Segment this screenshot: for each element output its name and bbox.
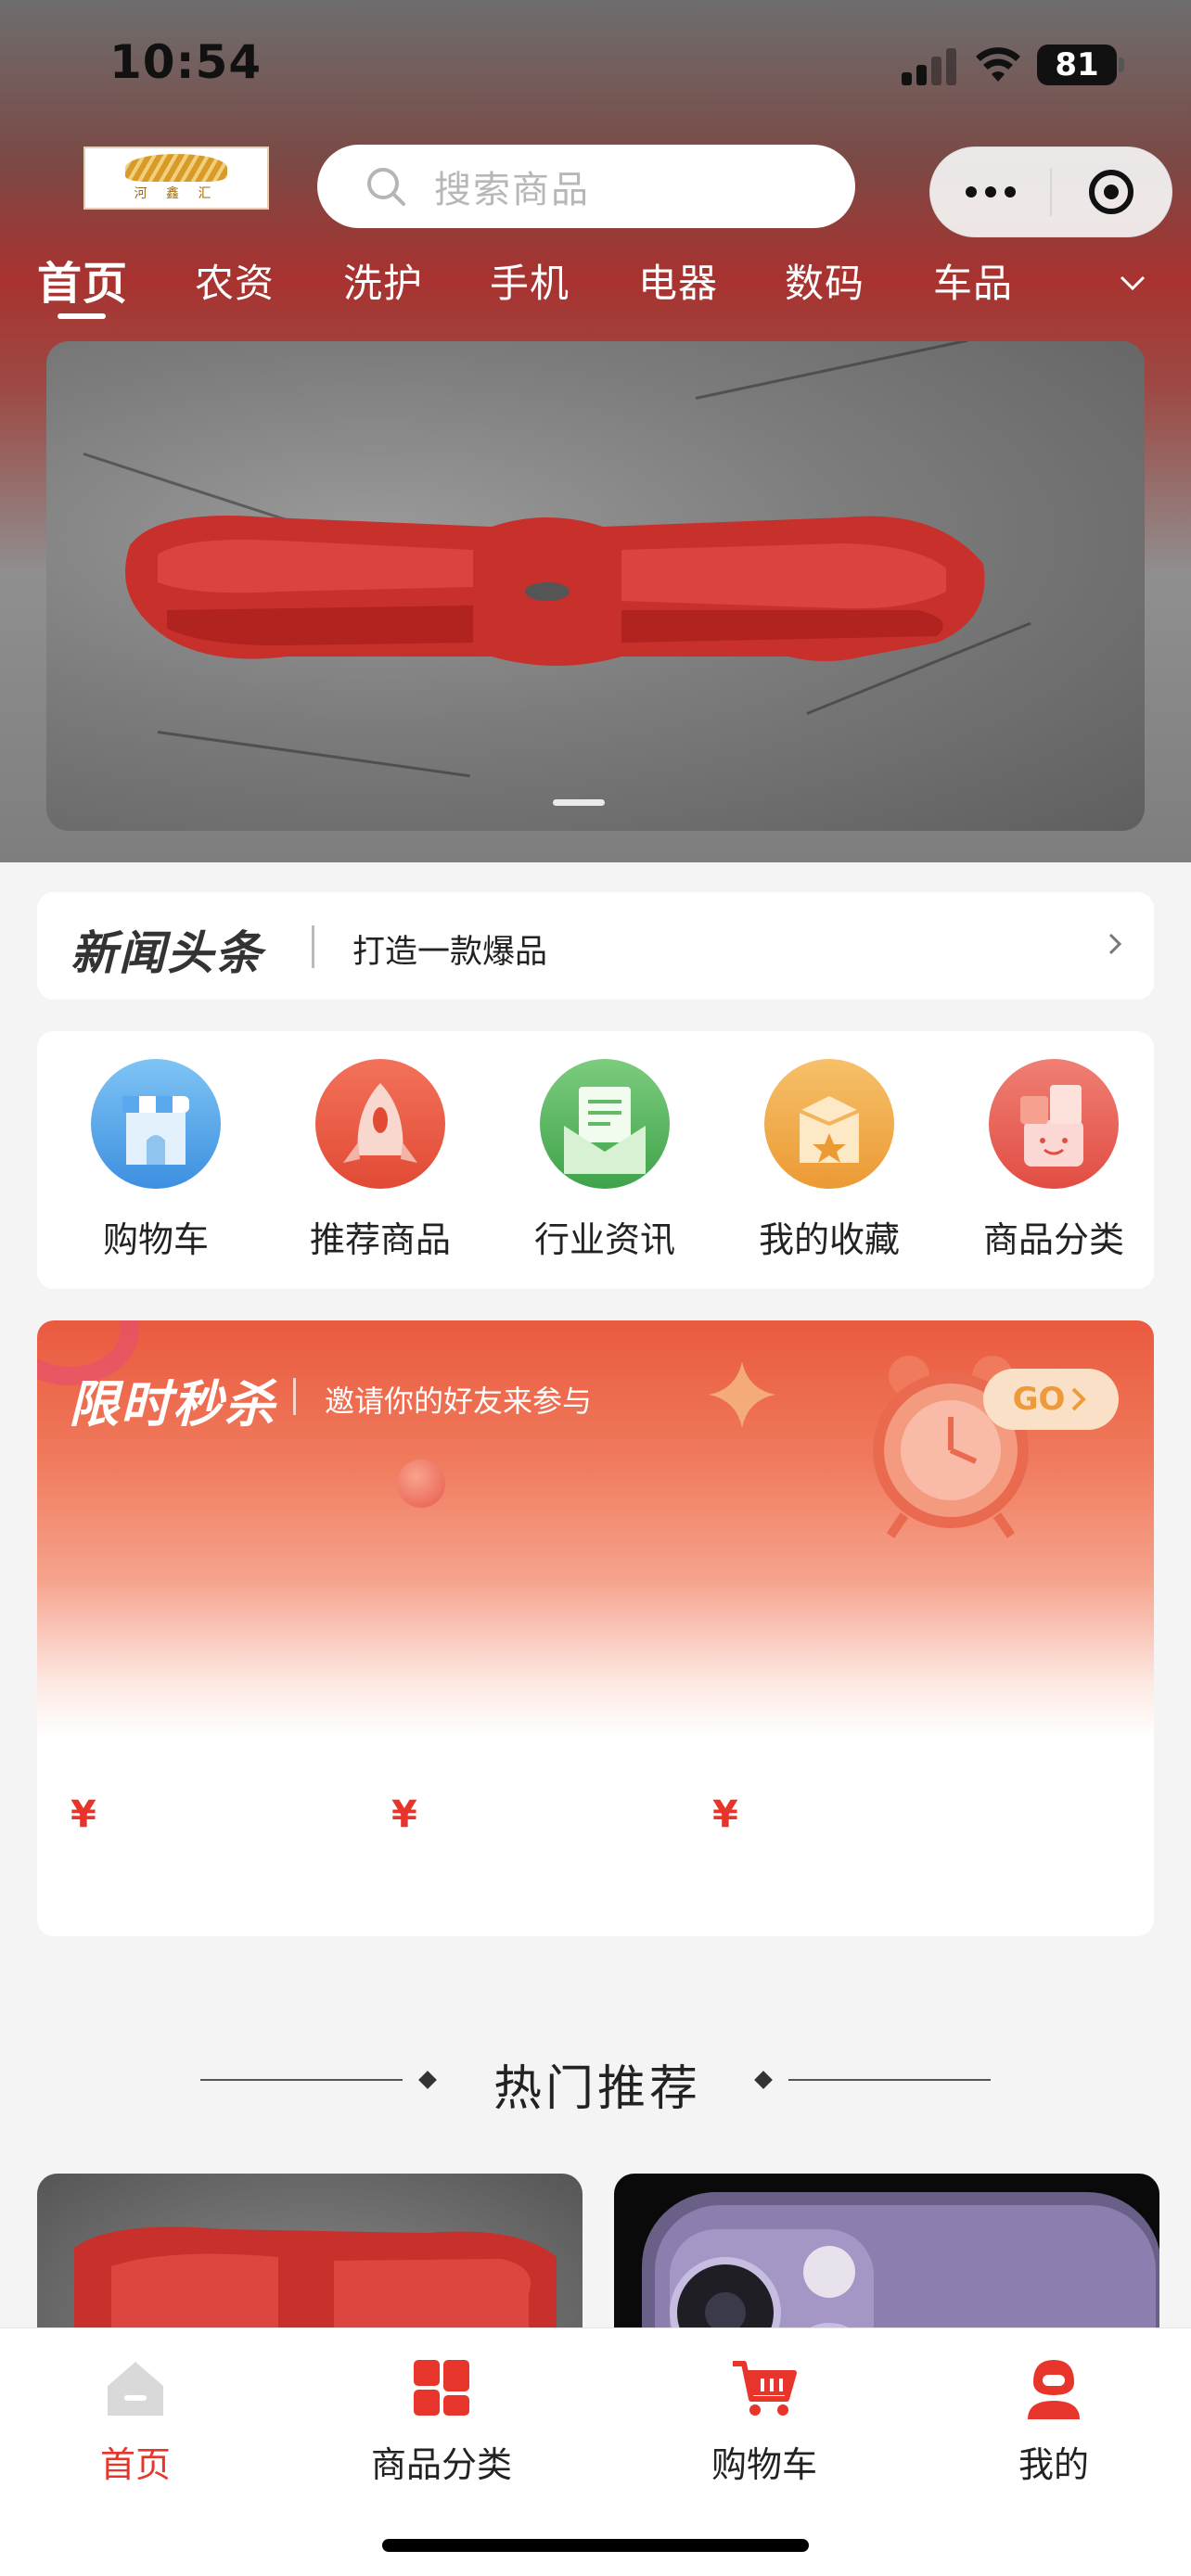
home-indicator[interactable] [382,2539,809,2552]
banner-texture [695,341,968,400]
header-row: 河 鑫 汇 搜索商品 [0,139,1191,241]
menu-item-recommended[interactable]: 推荐商品 [297,1059,464,1272]
search-input[interactable]: 搜索商品 [317,145,855,228]
tab-agricultural[interactable]: 农资 [195,252,275,309]
menu-label: 行业资讯 [533,1219,675,1260]
carousel-indicator [553,799,605,806]
tabbar-label: 首页 [99,2444,171,2485]
tabbar-item-categories[interactable]: 商品分类 [349,2345,534,2485]
quick-menu: 购物车 推荐商品 行业资讯 我的收藏 商品分类 [37,1031,1154,1289]
tab-home[interactable]: 首页 [37,247,128,312]
tabbar-item-me[interactable]: 我的 [961,2345,1146,2485]
banner-texture [157,731,470,778]
tab-washcare[interactable]: 洗护 [343,252,423,309]
tabbar-item-home[interactable]: 首页 [43,2345,228,2485]
tab-digital[interactable]: 数码 [785,252,864,309]
battery-cap [1119,57,1124,72]
news-headline[interactable]: 打造一款爆品 [352,925,547,973]
product-mat-image [125,516,985,666]
news-bar[interactable]: 新闻头条 打造一款爆品 [37,892,1154,1000]
menu-item-categories[interactable]: 商品分类 [970,1059,1137,1272]
menu-label: 购物车 [102,1219,209,1260]
wifi-icon [976,47,1020,82]
category-box-icon [989,1059,1119,1189]
menu-label: 商品分类 [982,1219,1124,1260]
menu-label: 推荐商品 [309,1219,451,1260]
go-button[interactable]: GO [983,1369,1119,1430]
close-miniprogram-button[interactable] [1052,147,1172,237]
hot-section-header: 热门推荐 [0,2046,1191,2117]
tab-underline [58,313,106,319]
category-tabs: 首页 农资 洗护 手机 电器 数码 车品 [0,247,1191,330]
hot-section-title: 热门推荐 [493,2061,702,2117]
tab-car[interactable]: 车品 [933,252,1013,309]
miniprogram-capsule [929,147,1172,237]
cart-icon [733,2361,797,2416]
flash-product-price[interactable]: ¥ [70,1793,96,1836]
more-dots-icon[interactable] [930,147,1050,237]
battery-icon: 81 [1037,45,1117,85]
chevron-right-icon[interactable] [1102,931,1128,957]
diamond-icon [418,2071,437,2089]
flash-sale-subtitle: 邀请你的好友来参与 [325,1384,593,1419]
decor-ball [397,1460,445,1508]
status-time: 10:54 [109,35,263,89]
tab-phone[interactable]: 手机 [490,252,570,309]
search-placeholder: 搜索商品 [434,169,590,211]
user-icon [1028,2360,1080,2419]
hot-divider-right [788,2079,991,2081]
flash-divider [293,1378,296,1415]
hot-divider-left [200,2079,403,2081]
diamond-icon [754,2071,773,2089]
chevron-right-icon [1071,1387,1087,1411]
logo-mark [125,154,227,182]
news-divider [312,925,314,968]
brand-logo[interactable]: 河 鑫 汇 [83,147,269,210]
favorites-box-icon [764,1059,894,1189]
tabbar-label: 我的 [1018,2444,1089,2485]
go-label: GO [1012,1381,1066,1418]
target-icon [1089,170,1134,214]
menu-item-cart[interactable]: 购物车 [72,1059,239,1272]
rocket-icon [315,1059,445,1189]
status-bar: 10:54 81 [0,0,1191,130]
shop-icon [91,1059,221,1189]
menu-label: 我的收藏 [758,1219,900,1260]
search-icon [367,168,405,206]
menu-item-favorites[interactable]: 我的收藏 [746,1059,913,1272]
tabbar-label: 商品分类 [370,2444,512,2485]
app-screen: 10:54 81 河 鑫 汇 搜索商品 首页 农资 洗护 手机 电器 数码 车品… [0,0,1191,2576]
news-brand: 新闻头条 [70,926,263,980]
flash-sale-card: 限时秒杀 邀请你的好友来参与 GO ¥ ¥ ¥ [37,1320,1154,1936]
menu-item-industry-news[interactable]: 行业资讯 [521,1059,688,1272]
tab-appliance[interactable]: 电器 [638,252,718,309]
banner-carousel[interactable] [46,341,1145,831]
flash-product-price[interactable]: ¥ [391,1793,417,1836]
category-grid-icon [414,2360,469,2416]
tabbar-label: 购物车 [711,2444,817,2485]
chevron-down-icon[interactable] [1119,269,1146,297]
sparkle-icon [709,1361,775,1428]
logo-text: 河 鑫 汇 [134,186,219,201]
tabbar-item-cart[interactable]: 购物车 [672,2345,857,2485]
flash-sale-title: 限时秒杀 [69,1375,276,1434]
cellular-signal-icon [902,46,959,85]
home-icon [108,2362,163,2416]
envelope-icon [540,1059,670,1189]
flash-product-price[interactable]: ¥ [712,1793,738,1836]
